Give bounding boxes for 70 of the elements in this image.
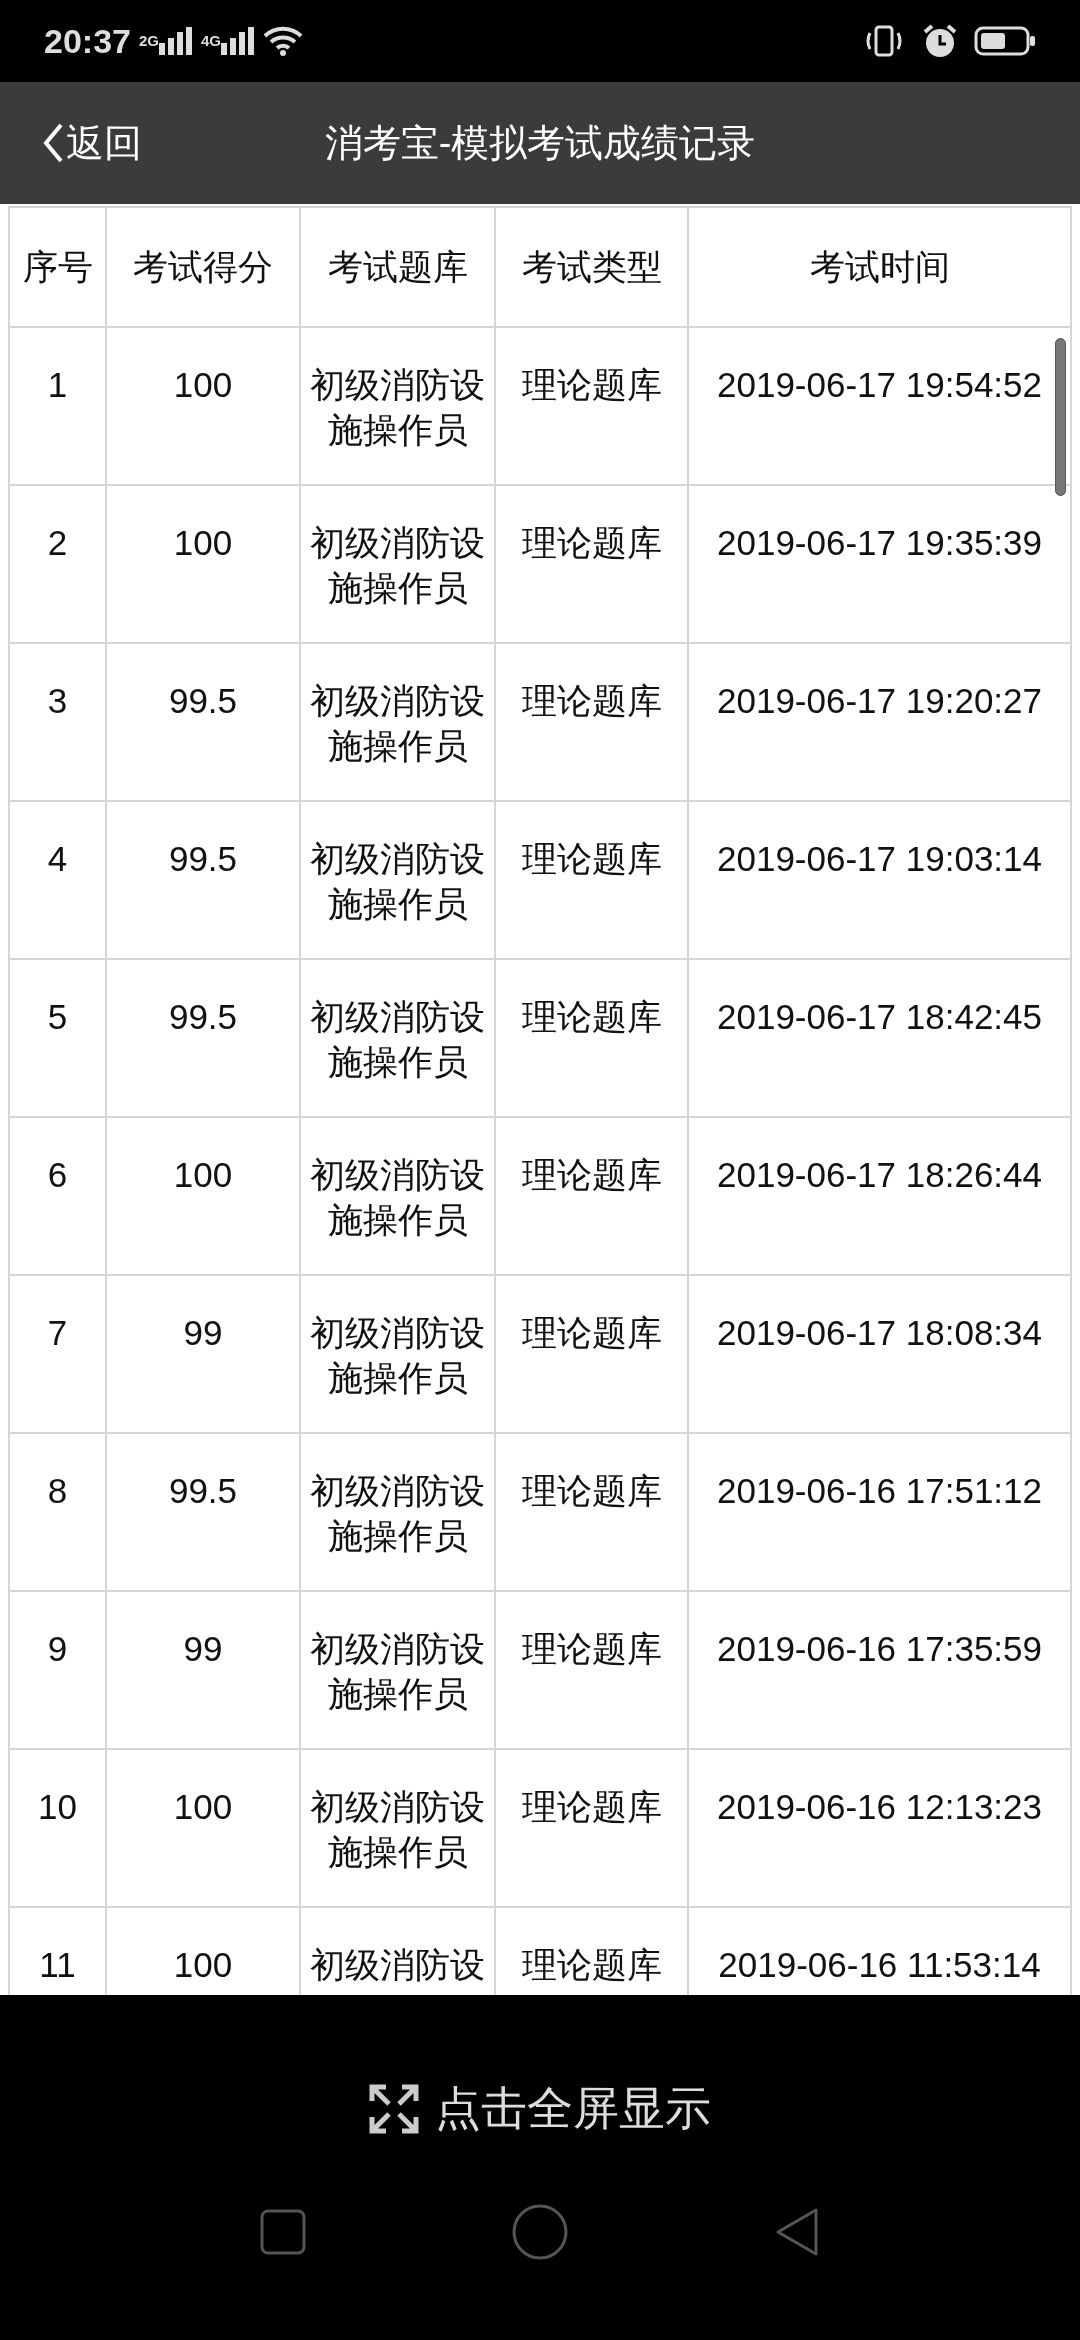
table-cell: 3 xyxy=(9,643,106,801)
network-type-label: 4G xyxy=(201,33,221,48)
table-cell: 10 xyxy=(9,1749,106,1907)
table-cell: 7 xyxy=(9,1275,106,1433)
table-cell: 初级消防设施操作员 xyxy=(300,801,495,959)
table-cell: 2019-06-16 12:13:23 xyxy=(688,1749,1071,1907)
table-cell: 99.5 xyxy=(106,1433,300,1591)
alarm-clock-icon xyxy=(922,23,958,59)
table-cell: 9 xyxy=(9,1591,106,1749)
table-cell: 8 xyxy=(9,1433,106,1591)
table-cell: 99 xyxy=(106,1591,300,1749)
table-cell: 初级消防设施操作员 xyxy=(300,327,495,485)
table-cell: 初级消防设施操作员 xyxy=(300,959,495,1117)
table-cell: 理论题库 xyxy=(495,959,688,1117)
network-type-label: 2G xyxy=(138,33,159,48)
signal-bars-icon xyxy=(221,27,255,55)
table-cell: 理论题库 xyxy=(495,485,688,643)
table-cell: 理论题库 xyxy=(495,1591,688,1749)
table-cell: 100 xyxy=(106,1117,300,1275)
table-cell: 理论题库 xyxy=(495,643,688,801)
table-cell: 初级消防设施操作员 xyxy=(300,485,495,643)
battery-icon xyxy=(974,26,1036,56)
column-header: 序号 xyxy=(9,207,106,327)
table-cell: 99 xyxy=(106,1275,300,1433)
signal-bars-icon xyxy=(159,27,193,55)
table-cell: 初级消防设施操作员 xyxy=(300,1275,495,1433)
table-cell: 理论题库 xyxy=(495,1433,688,1591)
table-cell: 99.5 xyxy=(106,959,300,1117)
table-cell: 初级消防设施操作员 xyxy=(300,1117,495,1275)
table-cell: 2019-06-17 19:03:14 xyxy=(688,801,1071,959)
table-cell: 99.5 xyxy=(106,643,300,801)
recent-apps-icon[interactable] xyxy=(260,2209,306,2255)
table-cell: 理论题库 xyxy=(495,801,688,959)
table-cell: 初级消防设施操作员 xyxy=(300,1433,495,1591)
column-header: 考试题库 xyxy=(300,207,495,327)
back-chevron-icon xyxy=(42,122,64,164)
table-cell: 初级消防设施操作员 xyxy=(300,643,495,801)
table-cell: 理论题库 xyxy=(495,1749,688,1907)
table-cell: 100 xyxy=(106,327,300,485)
column-header: 考试类型 xyxy=(495,207,688,327)
table-cell: 理论题库 xyxy=(495,327,688,485)
table-cell: 初级消防设施操作员 xyxy=(300,1749,495,1907)
clock-time: 20:37 xyxy=(44,20,131,62)
table-cell: 2019-06-16 17:35:59 xyxy=(688,1591,1071,1749)
page-title: 消考宝-模拟考试成绩记录 xyxy=(324,120,756,166)
table-cell: 99.5 xyxy=(106,801,300,959)
table-cell: 2019-06-17 18:26:44 xyxy=(688,1117,1071,1275)
table-cell: 5 xyxy=(9,959,106,1117)
back-button[interactable]: 返回 xyxy=(0,114,142,172)
table-cell: 理论题库 xyxy=(495,1117,688,1275)
fullscreen-button[interactable]: 点击全屏显示 xyxy=(363,2073,717,2144)
table-cell: 2019-06-16 17:51:12 xyxy=(688,1433,1071,1591)
wifi-icon xyxy=(263,26,303,56)
expand-arrows-icon xyxy=(369,2083,419,2134)
table-cell: 2019-06-17 18:42:45 xyxy=(688,959,1071,1117)
table-cell: 4 xyxy=(9,801,106,959)
table-cell: 初级消防设施操作员 xyxy=(300,1591,495,1749)
table-cell: 理论题库 xyxy=(495,1275,688,1433)
home-icon[interactable] xyxy=(512,2204,568,2260)
table-cell: 2019-06-17 19:20:27 xyxy=(688,643,1071,801)
table-cell: 2 xyxy=(9,485,106,643)
column-header: 考试得分 xyxy=(106,207,300,327)
table-cell: 100 xyxy=(106,1749,300,1907)
table-cell: 100 xyxy=(106,485,300,643)
column-header: 考试时间 xyxy=(688,207,1071,327)
table-cell: 1 xyxy=(9,327,106,485)
back-triangle-icon[interactable] xyxy=(774,2207,820,2257)
table-cell: 2019-06-17 18:08:34 xyxy=(688,1275,1071,1433)
table-cell: 6 xyxy=(9,1117,106,1275)
table-cell: 2019-06-17 19:35:39 xyxy=(688,485,1071,643)
